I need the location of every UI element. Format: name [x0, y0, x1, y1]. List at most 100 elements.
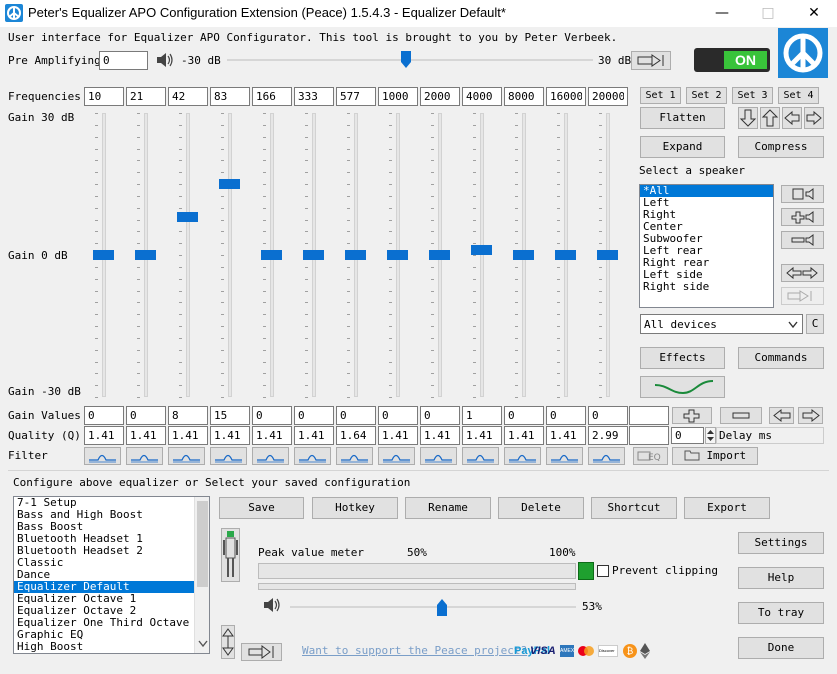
eq-slider-thumb[interactable]	[219, 179, 240, 189]
speaker-add-empty-button[interactable]	[781, 185, 824, 203]
set-3-button[interactable]: Set 3	[732, 87, 773, 104]
close-button[interactable]: ✕	[791, 0, 837, 27]
done-button[interactable]: Done	[738, 637, 824, 659]
preamp-input[interactable]	[99, 51, 148, 70]
filter-type-button[interactable]	[252, 447, 289, 465]
maximize-button[interactable]: □	[745, 0, 791, 27]
move-down-button[interactable]	[738, 107, 758, 129]
speaker-add-button[interactable]	[781, 208, 824, 226]
filter-type-button[interactable]	[378, 447, 415, 465]
config-list[interactable]: 7-1 Setup Bass and High Boost Bass Boost Bl…	[13, 496, 210, 654]
eq-slider-thumb[interactable]	[303, 250, 324, 260]
quality-input[interactable]	[126, 426, 166, 445]
gain-value-input[interactable]	[504, 406, 544, 425]
vertical-arrows-button[interactable]	[221, 625, 235, 659]
frequency-input[interactable]	[588, 87, 628, 106]
gain-value-input[interactable]	[294, 406, 334, 425]
speaker-list[interactable]: *All Left Right Center Subwoofer Left rear Rig…	[639, 184, 774, 308]
shortcut-button[interactable]: Shortcut	[591, 497, 677, 519]
frequency-input[interactable]	[84, 87, 124, 106]
remove-band-button[interactable]	[720, 407, 762, 424]
frequency-input[interactable]	[210, 87, 250, 106]
hotkey-button[interactable]: Hotkey	[312, 497, 398, 519]
eq-slider-thumb[interactable]	[387, 250, 408, 260]
volume-speaker-icon[interactable]	[262, 596, 282, 614]
gain-value-input[interactable]	[252, 406, 292, 425]
frequency-input[interactable]	[252, 87, 292, 106]
quality-input[interactable]	[504, 426, 544, 445]
set-2-button[interactable]: Set 2	[686, 87, 727, 104]
eq-slider-thumb[interactable]	[261, 250, 282, 260]
expand-button[interactable]: Expand	[640, 136, 725, 158]
settings-button[interactable]: Settings	[738, 532, 824, 554]
quality-input[interactable]	[336, 426, 376, 445]
gain-value-input[interactable]	[588, 406, 628, 425]
filter-type-button[interactable]	[294, 447, 331, 465]
delay-spinner[interactable]	[705, 427, 716, 444]
quality-input[interactable]	[378, 426, 418, 445]
quality-input[interactable]	[588, 426, 628, 445]
speaker-icon[interactable]	[155, 51, 175, 69]
eq-filter-button[interactable]: EQ	[633, 447, 668, 465]
quality-input[interactable]	[84, 426, 124, 445]
quality-input[interactable]	[546, 426, 586, 445]
frequency-input[interactable]	[420, 87, 460, 106]
compress-button[interactable]: Compress	[738, 136, 824, 158]
gain-value-input[interactable]	[336, 406, 376, 425]
frequency-input[interactable]	[378, 87, 418, 106]
eq-slider-track[interactable]	[186, 113, 190, 397]
frequency-input[interactable]	[168, 87, 208, 106]
filter-type-button[interactable]	[462, 447, 499, 465]
filter-type-button[interactable]	[84, 447, 121, 465]
eq-slider-thumb[interactable]	[345, 250, 366, 260]
flatten-button[interactable]: Flatten	[640, 107, 725, 129]
eq-slider-thumb[interactable]	[93, 250, 114, 260]
frequency-input[interactable]	[336, 87, 376, 106]
filter-type-button[interactable]	[546, 447, 583, 465]
gain-value-input[interactable]	[210, 406, 250, 425]
config-arrow-button[interactable]	[241, 643, 282, 661]
config-list-item[interactable]: High Boost	[14, 641, 209, 653]
import-button[interactable]: Import	[672, 447, 758, 465]
extra-gain-input[interactable]	[629, 406, 669, 425]
filter-type-button[interactable]	[420, 447, 457, 465]
quality-input[interactable]	[252, 426, 292, 445]
filter-type-button[interactable]	[210, 447, 247, 465]
gain-value-input[interactable]	[168, 406, 208, 425]
person-button[interactable]	[221, 528, 240, 582]
support-link[interactable]: Want to support the Peace project?	[302, 644, 527, 657]
frequency-input[interactable]	[126, 87, 166, 106]
save-button[interactable]: Save	[219, 497, 304, 519]
eq-slider-thumb[interactable]	[135, 250, 156, 260]
filter-type-button[interactable]	[126, 447, 163, 465]
eq-slider-thumb[interactable]	[177, 212, 198, 223]
gain-value-input[interactable]	[126, 406, 166, 425]
move-left-button[interactable]	[782, 107, 802, 129]
frequency-input[interactable]	[462, 87, 502, 106]
config-scrollbar[interactable]	[194, 497, 209, 653]
quality-input[interactable]	[462, 426, 502, 445]
preamp-arrow-button[interactable]	[631, 51, 671, 70]
scroll-thumb[interactable]	[197, 501, 208, 587]
eq-slider-thumb[interactable]	[555, 250, 576, 260]
eq-slider-track[interactable]	[228, 113, 232, 397]
filter-type-button[interactable]	[588, 447, 625, 465]
eq-slider-thumb[interactable]	[597, 250, 618, 260]
gain-value-input[interactable]	[420, 406, 460, 425]
curve-button[interactable]	[640, 376, 725, 398]
delay-input[interactable]	[671, 427, 704, 444]
gain-value-input[interactable]	[84, 406, 124, 425]
speaker-list-item[interactable]: Right side	[640, 281, 773, 293]
eq-slider-thumb[interactable]	[513, 250, 534, 260]
frequency-input[interactable]	[294, 87, 334, 106]
gain-value-input[interactable]	[462, 406, 502, 425]
preamp-slider-thumb[interactable]	[401, 51, 411, 68]
band-left-button[interactable]	[769, 407, 794, 424]
move-up-button[interactable]	[760, 107, 780, 129]
device-select[interactable]: All devices	[640, 314, 803, 334]
commands-button[interactable]: Commands	[738, 347, 824, 369]
export-button[interactable]: Export	[684, 497, 770, 519]
device-c-button[interactable]: C	[806, 314, 824, 334]
quality-input[interactable]	[294, 426, 334, 445]
rename-button[interactable]: Rename	[405, 497, 491, 519]
